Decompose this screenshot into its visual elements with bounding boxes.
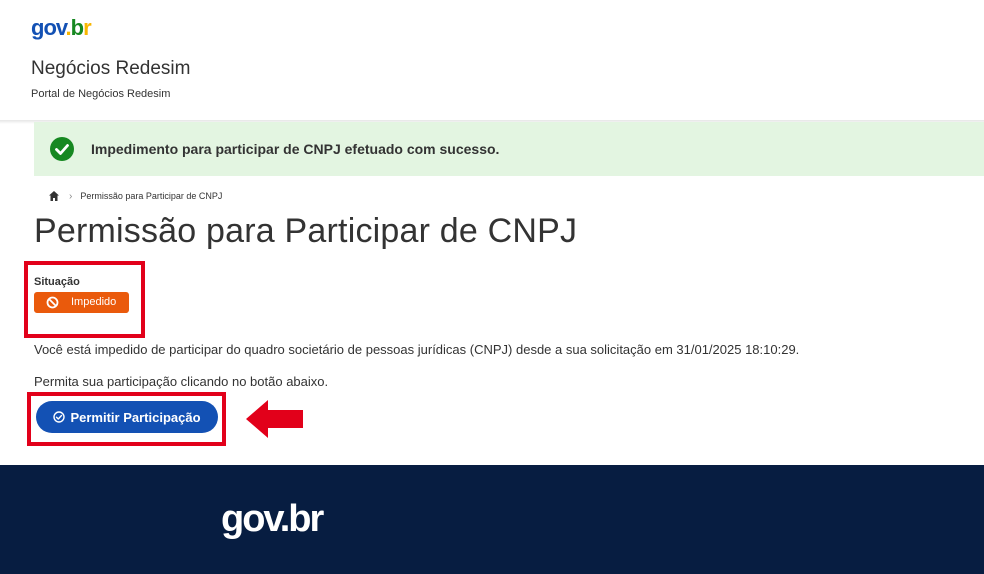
success-alert: Impedimento para participar de CNPJ efet… bbox=[34, 122, 984, 176]
description-text: Você está impedido de participar do quad… bbox=[34, 342, 800, 357]
status-badge: Impedido bbox=[34, 292, 129, 313]
ban-icon bbox=[46, 296, 59, 309]
home-icon[interactable] bbox=[48, 190, 60, 202]
site-title: Negócios Redesim bbox=[31, 58, 191, 79]
check-circle-icon bbox=[50, 137, 74, 161]
status-badge-label: Impedido bbox=[71, 296, 117, 308]
page-title: Permissão para Participar de CNPJ bbox=[34, 212, 578, 250]
permit-participation-button[interactable]: Permitir Participação bbox=[36, 401, 218, 433]
permit-participation-label: Permitir Participação bbox=[70, 409, 201, 425]
check-circle-icon bbox=[53, 411, 66, 423]
site-footer: gov.br bbox=[0, 465, 984, 574]
instruction-text: Permita sua participação clicando no bot… bbox=[34, 374, 329, 389]
situation-label: Situação bbox=[34, 276, 80, 288]
breadcrumb-current: Permissão para Participar de CNPJ bbox=[80, 191, 223, 201]
alert-message: Impedimento para participar de CNPJ efet… bbox=[91, 141, 500, 157]
red-arrow-icon bbox=[246, 400, 303, 438]
site-header: gov.br Negócios Redesim Portal de Negóci… bbox=[0, 0, 984, 120]
footer-govbr-logo[interactable]: gov.br bbox=[221, 498, 324, 541]
breadcrumb: › Permissão para Participar de CNPJ bbox=[48, 189, 222, 203]
chevron-right-icon: › bbox=[69, 190, 73, 202]
govbr-logo[interactable]: gov.br bbox=[31, 14, 92, 42]
site-subtitle: Portal de Negócios Redesim bbox=[31, 88, 171, 100]
